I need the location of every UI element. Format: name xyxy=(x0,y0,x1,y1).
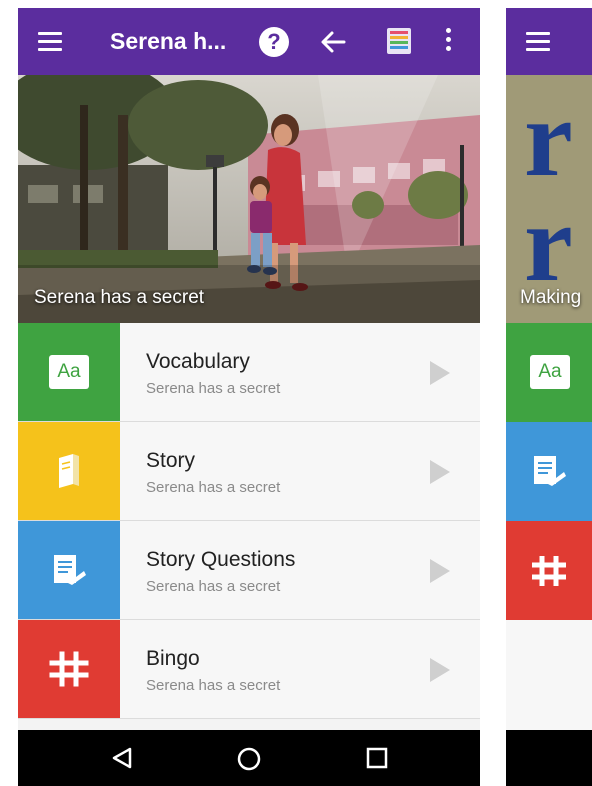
aa-icon: Aa xyxy=(49,355,89,389)
bingo-icon xyxy=(49,651,89,687)
hero-caption: Serena has a secret xyxy=(34,287,205,308)
nav-home-icon[interactable] xyxy=(236,746,262,772)
book-icon xyxy=(59,454,79,488)
bingo-item[interactable]: Bingo Serena has a secret xyxy=(18,620,480,719)
nav-recents-icon[interactable] xyxy=(366,747,388,769)
back-arrow-icon[interactable] xyxy=(319,28,347,56)
peek-app-bar xyxy=(506,8,592,75)
vocabulary-item[interactable]: Aa Vocabulary Serena has a secret xyxy=(18,323,480,422)
bingo-tile xyxy=(18,620,120,718)
story-questions-item[interactable]: Story Questions Serena has a secret xyxy=(18,521,480,620)
play-icon[interactable] xyxy=(430,460,450,484)
peek-empty-area xyxy=(506,620,592,730)
next-screen-preview: r r Making Aa xyxy=(506,8,592,786)
peek-questions-tile[interactable] xyxy=(506,422,592,521)
nav-back-icon[interactable] xyxy=(110,746,134,770)
overflow-menu-icon[interactable] xyxy=(446,28,452,55)
item-subtitle: Serena has a secret xyxy=(146,479,281,496)
letter-illustration: r r xyxy=(506,75,592,323)
item-title: Story Questions xyxy=(146,548,296,571)
item-title: Bingo xyxy=(146,647,200,670)
questions-icon xyxy=(534,456,566,486)
menu-icon[interactable] xyxy=(526,32,550,52)
peek-nav-bar xyxy=(506,730,592,786)
help-icon[interactable]: ? xyxy=(259,27,289,57)
app-bar-title: Serena h... xyxy=(110,28,227,54)
aa-icon: Aa xyxy=(530,355,570,389)
questions-icon xyxy=(54,555,86,585)
item-subtitle: Serena has a secret xyxy=(146,677,281,694)
play-icon[interactable] xyxy=(430,361,450,385)
peek-hero-image[interactable]: r r Making xyxy=(506,75,592,323)
story-questions-tile xyxy=(18,521,120,619)
item-title: Vocabulary xyxy=(146,350,250,373)
app-bar: Serena h... ? xyxy=(18,8,480,75)
svg-text:r: r xyxy=(524,182,573,304)
story-tile xyxy=(18,422,120,520)
bingo-icon xyxy=(532,556,566,586)
vocabulary-tile: Aa xyxy=(18,323,120,421)
item-title: Story xyxy=(146,449,196,472)
story-item[interactable]: Story Serena has a secret xyxy=(18,422,480,521)
item-subtitle: Serena has a secret xyxy=(146,380,281,397)
item-subtitle: Serena has a secret xyxy=(146,578,281,595)
street-illustration xyxy=(18,75,480,323)
play-icon[interactable] xyxy=(430,658,450,682)
peek-vocabulary-tile[interactable]: Aa xyxy=(506,323,592,422)
color-strip-icon[interactable] xyxy=(387,28,411,54)
main-screen: Serena h... ? Serena has a secret Aa Voc… xyxy=(18,8,480,786)
peek-hero-caption: Making xyxy=(520,287,582,308)
peek-bingo-tile[interactable] xyxy=(506,521,592,620)
system-nav-bar xyxy=(18,730,480,786)
menu-icon[interactable] xyxy=(38,32,62,52)
activity-list: Aa Vocabulary Serena has a secret Story … xyxy=(18,323,480,719)
story-hero-image[interactable]: Serena has a secret xyxy=(18,75,480,323)
play-icon[interactable] xyxy=(430,559,450,583)
svg-text:r: r xyxy=(524,77,573,199)
